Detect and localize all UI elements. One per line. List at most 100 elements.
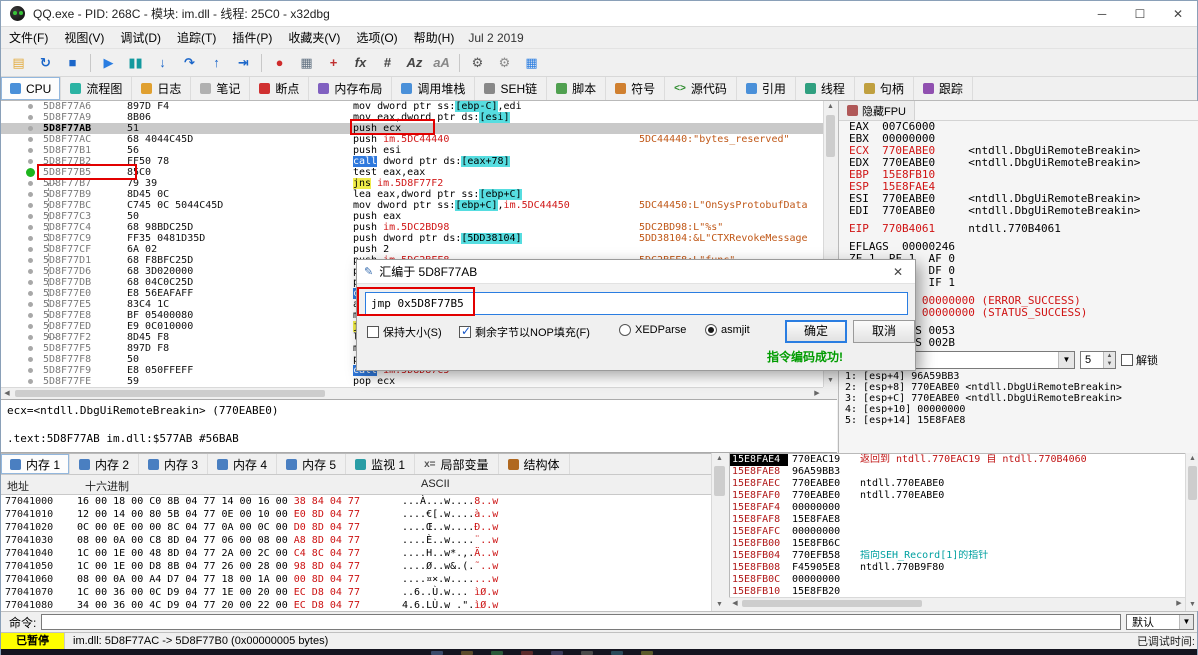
stack-row[interactable]: 15E8FB10 15E8FB20 bbox=[730, 586, 1185, 597]
dump-row[interactable]: 77041040 1C 00 1E 00 48 8D 04 77 2A 00 2C… bbox=[1, 547, 711, 560]
scroll-up-icon[interactable]: ▲ bbox=[1186, 453, 1198, 465]
command-profile-select[interactable]: 默认 ▼ bbox=[1126, 614, 1194, 630]
step-out-icon[interactable]: ↑ bbox=[204, 51, 229, 74]
hide-fpu-button[interactable]: 隐藏FPU bbox=[839, 101, 915, 120]
tab-句柄[interactable]: 句柄 bbox=[855, 77, 914, 100]
tab-脚本[interactable]: 脚本 bbox=[547, 77, 607, 100]
tab-调用堆栈[interactable]: 调用堆栈 bbox=[392, 77, 476, 100]
scroll-down-icon[interactable]: ▼ bbox=[712, 599, 727, 611]
tab-笔记[interactable]: 笔记 bbox=[191, 77, 251, 100]
tab-内存 5[interactable]: 内存 5 bbox=[277, 454, 347, 474]
tab-引用[interactable]: 引用 bbox=[737, 77, 796, 100]
tab-CPU[interactable]: CPU bbox=[1, 77, 62, 100]
tab-结构体[interactable]: 结构体 bbox=[499, 454, 570, 474]
call-argument[interactable]: 1: [esp+4] 96A59BB3 bbox=[839, 371, 1198, 382]
hash-icon[interactable]: # bbox=[375, 51, 400, 74]
tab-局部变量[interactable]: x= 局部变量 bbox=[415, 454, 499, 474]
patch-icon[interactable]: + bbox=[321, 51, 346, 74]
disasm-row[interactable]: 5D8F77AB 51 push ecx bbox=[1, 123, 823, 134]
stack-hscrollbar[interactable]: ◀ ▶ bbox=[729, 597, 1185, 609]
stack-row[interactable]: 15E8FAE8 96A59BB3 bbox=[730, 466, 1185, 478]
stack-row[interactable]: 15E8FAF8 15E8FAE8 bbox=[730, 514, 1185, 526]
scroll-thumb[interactable] bbox=[15, 390, 325, 397]
disasm-row[interactable]: 5D8F77B2 FF50 78 call dword ptr ds:[eax+78… bbox=[1, 156, 823, 167]
dump-vscrollbar[interactable]: ▲ ▼ bbox=[711, 453, 727, 611]
disasm-row[interactable]: 5D8F77C3 50 push eax bbox=[1, 211, 823, 222]
fill-nop-checkbox[interactable]: 剩余字节以NOP填充(F) bbox=[459, 324, 590, 340]
step-into-icon[interactable]: ↓ bbox=[150, 51, 175, 74]
scroll-up-icon[interactable]: ▲ bbox=[712, 453, 727, 465]
keep-size-checkbox[interactable]: 保持大小(S) bbox=[367, 324, 442, 340]
stack-row[interactable]: 15E8FB08 F45905E8 ntdll.770B9F80 bbox=[730, 562, 1185, 574]
tab-内存布局[interactable]: 内存布局 bbox=[309, 77, 393, 100]
tab-内存 3[interactable]: 内存 3 bbox=[139, 454, 209, 474]
dump-row[interactable]: 77041060 08 00 0A 00 A4 D7 04 77 18 00 1A… bbox=[1, 573, 711, 586]
stack-panel[interactable]: 15E8FAE4 770EAC19 返回到 ntdll.770EAC19 自 ntd… bbox=[729, 453, 1185, 597]
fx-icon[interactable]: fx bbox=[348, 51, 373, 74]
tab-符号[interactable]: 符号 bbox=[606, 77, 666, 100]
menu-item-2[interactable]: 调试(D) bbox=[112, 27, 169, 48]
tools-icon[interactable]: ⚙ bbox=[492, 51, 517, 74]
xedparse-radio[interactable]: XEDParse bbox=[619, 324, 686, 336]
assemble-instruction-input[interactable] bbox=[365, 292, 908, 315]
dump-row[interactable]: 77041070 1C 00 36 00 0C D9 04 77 1E 00 20… bbox=[1, 586, 711, 599]
tab-内存 2[interactable]: 内存 2 bbox=[70, 454, 140, 474]
minimize-button[interactable]: ─ bbox=[1083, 1, 1121, 26]
close-button[interactable]: ✕ bbox=[1159, 1, 1197, 26]
menu-item-6[interactable]: 选项(O) bbox=[348, 27, 405, 48]
tab-线程[interactable]: 线程 bbox=[796, 77, 855, 100]
stack-row[interactable]: 15E8FB0C 00000000 bbox=[730, 574, 1185, 586]
call-argument[interactable]: 3: [esp+C] 770EABE0 <ntdll.DbgUiRemoteBr… bbox=[839, 393, 1198, 404]
chevron-down-icon[interactable]: ▼ bbox=[1179, 615, 1193, 629]
aa-icon[interactable]: aA bbox=[429, 51, 454, 74]
scroll-thumb[interactable] bbox=[742, 600, 922, 607]
menu-item-0[interactable]: 文件(F) bbox=[1, 27, 56, 48]
stack-row[interactable]: 15E8FB04 770EFB58 指向SEH_Record[1]的指针 bbox=[730, 550, 1185, 562]
scroll-right-icon[interactable]: ▶ bbox=[1173, 598, 1185, 610]
maximize-button[interactable]: ☐ bbox=[1121, 1, 1159, 26]
stack-row[interactable]: 15E8FAFC 00000000 bbox=[730, 526, 1185, 538]
scroll-thumb[interactable] bbox=[1188, 466, 1197, 500]
call-argument[interactable]: 4: [esp+10] 00000000 bbox=[839, 404, 1198, 415]
dump-row[interactable]: 77041000 16 00 18 00 C0 8B 04 77 14 00 16… bbox=[1, 495, 711, 508]
run-to-cursor-icon[interactable]: ⇥ bbox=[231, 51, 256, 74]
disasm-row[interactable]: 5D8F77C9 FF35 0481D35D push dword ptr ds:[… bbox=[1, 233, 823, 244]
asmjit-radio[interactable]: asmjit bbox=[705, 324, 750, 336]
memory-map-icon[interactable]: ▦ bbox=[294, 51, 319, 74]
memory-dump-panel[interactable]: 77041000 16 00 18 00 C0 8B 04 77 14 00 16… bbox=[1, 495, 711, 611]
disasm-row[interactable]: 5D8F77A9 8B06 mov eax,dword ptr ds:[esi] bbox=[1, 112, 823, 123]
call-argument[interactable]: 5: [esp+14] 15E8FAE8 bbox=[839, 415, 1198, 426]
menu-item-4[interactable]: 插件(P) bbox=[224, 27, 280, 48]
menu-item-3[interactable]: 追踪(T) bbox=[169, 27, 224, 48]
disasm-row[interactable]: 5D8F77C4 68 98BDC25D push im.5DC2BD98 5DC2B… bbox=[1, 222, 823, 233]
settings-icon[interactable]: ⚙ bbox=[465, 51, 490, 74]
restart-icon[interactable]: ↻ bbox=[33, 51, 58, 74]
stack-row[interactable]: 15E8FAF4 00000000 bbox=[730, 502, 1185, 514]
spinner-arrows-icon[interactable]: ▲ ▼ bbox=[1103, 352, 1115, 368]
dump-row[interactable]: 77041030 08 00 0A 00 C8 8D 04 77 06 00 08… bbox=[1, 534, 711, 547]
chevron-down-icon[interactable]: ▼ bbox=[1058, 352, 1074, 368]
tab-监视 1[interactable]: 监视 1 bbox=[346, 454, 416, 474]
scroll-down-icon[interactable]: ▼ bbox=[1186, 599, 1198, 611]
disasm-row[interactable]: 5D8F77CF 6A 02 push 2 bbox=[1, 244, 823, 255]
scroll-thumb[interactable] bbox=[826, 115, 835, 157]
tab-内存 4[interactable]: 内存 4 bbox=[208, 454, 278, 474]
run-icon[interactable]: ▶ bbox=[96, 51, 121, 74]
step-over-icon[interactable]: ↷ bbox=[177, 51, 202, 74]
tab-流程图[interactable]: 流程图 bbox=[61, 77, 133, 100]
stack-row[interactable]: 15E8FAF0 770EABE0 ntdll.770EABE0 bbox=[730, 490, 1185, 502]
ok-button[interactable]: 确定 bbox=[785, 320, 847, 343]
breakpoint-icon[interactable]: ● bbox=[267, 51, 292, 74]
open-file-icon[interactable]: ▤ bbox=[6, 51, 31, 74]
tab-源代码[interactable]: <> 源代码 bbox=[665, 77, 737, 100]
disasm-row[interactable]: 5D8F77B1 56 push esi bbox=[1, 145, 823, 156]
tab-内存 1[interactable]: 内存 1 bbox=[1, 454, 71, 474]
disasm-row[interactable]: 5D8F77B7 79 39 jns im.5D8F77F2 bbox=[1, 178, 823, 189]
scroll-up-icon[interactable]: ▲ bbox=[824, 101, 837, 113]
argument-count-stepper[interactable]: 5 ▲ ▼ bbox=[1080, 351, 1116, 369]
menu-item-5[interactable]: 收藏夹(V) bbox=[280, 27, 348, 48]
tab-断点[interactable]: 断点 bbox=[250, 77, 310, 100]
dump-row[interactable]: 77041050 1C 00 1E 00 D8 8B 04 77 26 00 28… bbox=[1, 560, 711, 573]
stack-row[interactable]: 15E8FB00 15E8FB6C bbox=[730, 538, 1185, 550]
tab-SEH链[interactable]: SEH链 bbox=[475, 77, 548, 100]
